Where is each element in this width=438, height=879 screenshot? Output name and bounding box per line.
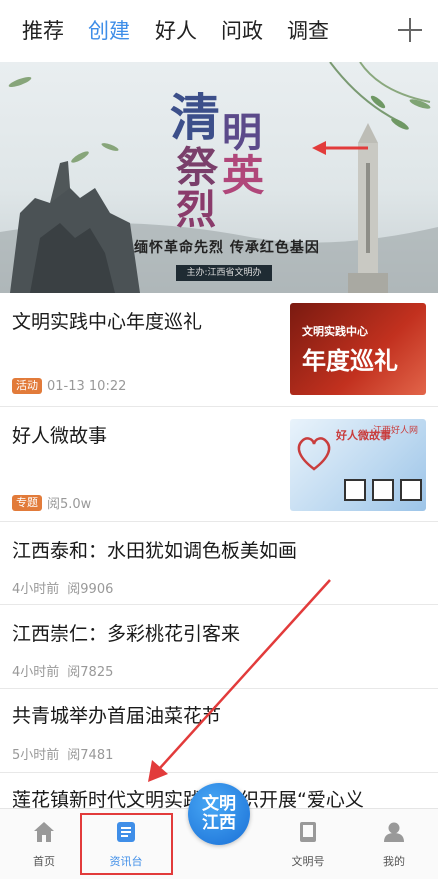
wenming-jiangxi-button[interactable]: 文明 江西 (188, 783, 250, 845)
qr-code-icon (400, 479, 422, 501)
banner-subtitle: 缅怀革命先烈 传承红色基因 (134, 240, 320, 256)
home-icon (34, 822, 54, 842)
list-item[interactable]: 江西崇仁：多彩桃花引客来 4小时前 阅7825 (0, 605, 438, 689)
article-title: 文明实践中心年度巡礼 (12, 311, 203, 333)
list-item[interactable]: 文明实践中心年度巡礼 活动 01-13 10:22 文明实践中心 年度巡礼 (0, 293, 438, 407)
article-meta: 活动 01-13 10:22 (12, 378, 126, 394)
article-time: 5小时前 (12, 748, 60, 763)
thumbnail-text: 年度巡礼 (302, 346, 398, 375)
category-badge: 活动 (12, 378, 42, 394)
article-reads: 阅7481 (67, 748, 114, 763)
monument-statue-image (10, 161, 140, 293)
article-meta: 4小时前 阅7825 (12, 661, 113, 680)
article-time: 4小时前 (12, 582, 60, 597)
article-meta: 4小时前 阅9906 (12, 578, 113, 597)
nav-civilization[interactable]: 文明号 (264, 809, 352, 879)
qr-code-icon (344, 479, 366, 501)
banner-headline-char: 英 (222, 151, 265, 200)
article-thumbnail: 好人微故事 江西好人网 (290, 419, 426, 511)
article-title: 共青城举办首届油菜花节 (12, 705, 222, 727)
center-button-text: 江西 (202, 813, 236, 833)
article-reads: 阅5.0w (47, 497, 92, 512)
article-reads: 阅7825 (67, 665, 114, 680)
thumbnail-text: 江西好人网 (372, 426, 418, 436)
article-title: 好人微故事 (12, 425, 108, 447)
article-time: 4小时前 (12, 665, 60, 680)
tab-survey[interactable]: 调查 (287, 16, 329, 46)
tab-good-people[interactable]: 好人 (155, 16, 197, 46)
qr-code-icon (372, 479, 394, 501)
banner-carousel[interactable]: 清 明 祭 英 烈 缅怀革命先烈 传承红色基因 主办:江西省文明办 (0, 62, 438, 293)
article-title: 江西泰和：水田犹如调色板美如画 (12, 540, 298, 562)
nav-home[interactable]: 首页 (0, 809, 88, 879)
top-tab-bar: 推荐 创建 好人 问政 调查 (0, 0, 438, 62)
center-button-text: 文明 (202, 794, 236, 814)
book-icon (300, 822, 316, 842)
add-channel-icon[interactable] (398, 18, 422, 42)
article-title: 江西崇仁：多彩桃花引客来 (12, 623, 241, 645)
tab-recommend[interactable]: 推荐 (22, 16, 64, 46)
banner-headline-char: 烈 (176, 186, 216, 233)
nav-profile[interactable]: 我的 (350, 809, 438, 879)
nav-label: 文明号 (291, 855, 325, 868)
user-icon (384, 822, 404, 842)
list-item[interactable]: 好人微故事 专题 阅5.0w 好人微故事 江西好人网 (0, 407, 438, 522)
list-item[interactable]: 江西泰和：水田犹如调色板美如画 4小时前 阅9906 (0, 522, 438, 605)
annotation-highlight-box (80, 813, 173, 875)
nav-label: 首页 (33, 855, 55, 868)
thumbnail-text: 文明实践中心 (302, 325, 368, 338)
article-time: 01-13 10:22 (47, 378, 127, 394)
article-reads: 阅9906 (67, 582, 114, 597)
article-thumbnail: 文明实践中心 年度巡礼 (290, 303, 426, 395)
banner-host-label: 主办:江西省文明办 (176, 265, 272, 281)
nav-label: 我的 (383, 855, 405, 868)
tab-politics[interactable]: 问政 (221, 16, 263, 46)
article-meta: 专题 阅5.0w (12, 493, 91, 512)
list-item[interactable]: 共青城举办首届油菜花节 5小时前 阅7481 (0, 689, 438, 773)
annotation-arrow-icon (312, 141, 368, 155)
category-badge: 专题 (12, 494, 42, 511)
heart-icon (297, 437, 331, 471)
article-meta: 5小时前 阅7481 (12, 744, 113, 763)
tab-create[interactable]: 创建 (88, 16, 130, 46)
